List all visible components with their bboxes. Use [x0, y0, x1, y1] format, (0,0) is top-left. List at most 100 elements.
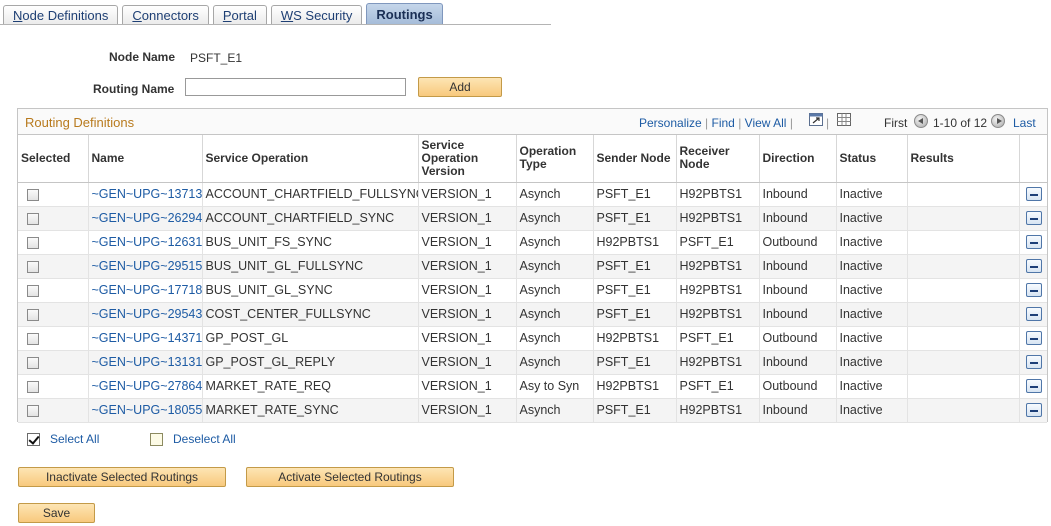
status-cell: Inactive — [836, 326, 908, 351]
activate-selected-routings-button[interactable]: Activate Selected Routings — [246, 467, 454, 487]
sender-node-cell: PSFT_E1 — [593, 278, 677, 303]
column-header-sender-node: Sender Node — [593, 135, 677, 183]
delete-row-icon[interactable] — [1025, 379, 1042, 394]
tab-connectors[interactable]: Connectors — [122, 5, 209, 25]
table-row: ~GEN~UPG~18055 MARKET_RATE_SYNC VERSION_… — [18, 398, 1047, 423]
routing-name-link[interactable]: ~GEN~UPG~12631 — [92, 235, 202, 249]
results-cell — [907, 326, 1020, 351]
table-header-row: Selected Name Service Operation Service … — [18, 135, 1047, 183]
download-grid-icon[interactable] — [837, 113, 851, 126]
status-cell: Inactive — [836, 374, 908, 399]
results-cell — [907, 278, 1020, 303]
select-all-link[interactable]: Select All — [50, 432, 99, 446]
routing-name-link[interactable]: ~GEN~UPG~29515 — [92, 259, 202, 273]
row-select-checkbox[interactable] — [27, 380, 39, 393]
nav-separator: | — [738, 116, 742, 130]
version-cell: VERSION_1 — [418, 278, 517, 303]
delete-row-icon[interactable] — [1025, 283, 1042, 298]
routing-name-link[interactable]: ~GEN~UPG~27864 — [92, 379, 202, 393]
service-operation-cell: BUS_UNIT_FS_SYNC — [202, 230, 419, 255]
column-header-selected: Selected — [18, 135, 89, 183]
tab-ws-security[interactable]: WS Security — [270, 5, 363, 25]
deselect-all-link[interactable]: Deselect All — [173, 432, 236, 446]
row-select-checkbox[interactable] — [27, 332, 39, 345]
status-cell: Inactive — [836, 398, 908, 423]
delete-row-icon[interactable] — [1025, 307, 1042, 322]
sender-node-cell: H92PBTS1 — [593, 326, 677, 351]
routing-name-input[interactable] — [185, 78, 406, 96]
save-button[interactable]: Save — [18, 503, 95, 523]
tabs-divider — [0, 24, 551, 25]
operation-type-cell: Asynch — [516, 350, 594, 375]
delete-row-icon[interactable] — [1025, 355, 1042, 370]
routing-name-link[interactable]: ~GEN~UPG~26294 — [92, 211, 202, 225]
service-operation-cell: MARKET_RATE_SYNC — [202, 398, 419, 423]
row-select-checkbox[interactable] — [27, 236, 39, 249]
delete-row-icon[interactable] — [1025, 331, 1042, 346]
delete-row-icon[interactable] — [1025, 187, 1042, 202]
tab-routings[interactable]: Routings — [366, 3, 443, 25]
routing-name-link[interactable]: ~GEN~UPG~29543 — [92, 307, 202, 321]
row-select-checkbox[interactable] — [27, 212, 39, 225]
row-select-checkbox[interactable] — [27, 284, 39, 297]
delete-row-icon[interactable] — [1025, 235, 1042, 250]
receiver-node-cell: PSFT_E1 — [676, 374, 760, 399]
previous-page-icon[interactable] — [914, 114, 928, 128]
row-select-checkbox[interactable] — [27, 260, 39, 273]
receiver-node-cell: PSFT_E1 — [676, 326, 760, 351]
row-select-checkbox[interactable] — [27, 188, 39, 201]
receiver-node-cell: H92PBTS1 — [676, 254, 760, 279]
select-all-checkbox-icon[interactable] — [27, 432, 40, 446]
page-range: 1-10 of 12 — [933, 116, 988, 130]
select-all-control[interactable]: Select All — [27, 432, 99, 446]
results-cell — [907, 302, 1020, 327]
find-link[interactable]: Find — [712, 116, 735, 130]
routing-name-link[interactable]: ~GEN~UPG~17718 — [92, 283, 202, 297]
results-cell — [907, 374, 1020, 399]
row-select-checkbox[interactable] — [27, 404, 39, 417]
delete-row-icon[interactable] — [1025, 211, 1042, 226]
results-cell — [907, 206, 1020, 231]
table-row: ~GEN~UPG~27864 MARKET_RATE_REQ VERSION_1… — [18, 374, 1047, 399]
table-row: ~GEN~UPG~14371 GP_POST_GL VERSION_1 Asyn… — [18, 326, 1047, 351]
routing-name-label: Routing Name — [93, 82, 175, 96]
direction-cell: Inbound — [759, 206, 837, 231]
operation-type-cell: Asy to Syn — [516, 374, 594, 399]
table-row: ~GEN~UPG~29543 COST_CENTER_FULLSYNC VERS… — [18, 302, 1047, 327]
routing-name-link[interactable]: ~GEN~UPG~18055 — [92, 403, 202, 417]
routing-name-link[interactable]: ~GEN~UPG~14371 — [92, 331, 202, 345]
direction-cell: Outbound — [759, 374, 837, 399]
row-select-checkbox[interactable] — [27, 356, 39, 369]
tab-mnemonic: W — [280, 8, 294, 23]
delete-row-icon[interactable] — [1025, 403, 1042, 418]
direction-cell: Inbound — [759, 254, 837, 279]
personalize-link[interactable]: Personalize — [639, 116, 702, 130]
status-cell: Inactive — [836, 350, 908, 375]
results-cell — [907, 350, 1020, 375]
sender-node-cell: H92PBTS1 — [593, 374, 677, 399]
column-header-status: Status — [836, 135, 908, 183]
zoom-icon[interactable] — [809, 113, 823, 126]
table-row: ~GEN~UPG~17718 BUS_UNIT_GL_SYNC VERSION_… — [18, 278, 1047, 303]
next-page-icon[interactable] — [991, 114, 1005, 128]
tab-label-rest: S Security — [293, 8, 353, 23]
tab-node-definitions[interactable]: Node Definitions — [3, 5, 119, 25]
deselect-all-control[interactable]: Deselect All — [150, 432, 236, 446]
sender-node-cell: PSFT_E1 — [593, 350, 677, 375]
add-button[interactable]: Add — [418, 77, 502, 97]
last-link[interactable]: Last — [1013, 116, 1036, 130]
operation-type-cell: Asynch — [516, 278, 594, 303]
service-operation-cell: ACCOUNT_CHARTFIELD_SYNC — [202, 206, 419, 231]
delete-row-icon[interactable] — [1025, 259, 1042, 274]
deselect-all-checkbox-icon[interactable] — [150, 432, 163, 446]
page-tabs: Node Definitions Connectors Portal WS Se… — [0, 3, 443, 25]
routing-name-link[interactable]: ~GEN~UPG~13131 — [92, 355, 202, 369]
inactivate-selected-routings-button[interactable]: Inactivate Selected Routings — [18, 467, 226, 487]
view-all-link[interactable]: View All — [745, 116, 787, 130]
tab-portal[interactable]: Portal — [212, 5, 267, 25]
direction-cell: Inbound — [759, 182, 837, 207]
table-row: ~GEN~UPG~26294 ACCOUNT_CHARTFIELD_SYNC V… — [18, 206, 1047, 231]
receiver-node-cell: H92PBTS1 — [676, 278, 760, 303]
routing-name-link[interactable]: ~GEN~UPG~13713 — [92, 187, 202, 201]
row-select-checkbox[interactable] — [27, 308, 39, 321]
